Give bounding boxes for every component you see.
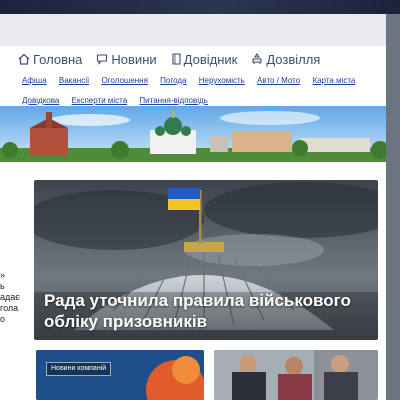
sidebar-line: ь: [0, 281, 5, 291]
sub-navigation: Афіша Вакансії Оголошення Погода Нерухом…: [22, 71, 372, 111]
sidebar-fragment: » ь адає гола о: [0, 270, 30, 325]
sidebar-line: »: [0, 270, 6, 280]
nav-label-news: Новини: [111, 51, 157, 67]
subnav-link-vacancies[interactable]: Вакансії: [59, 76, 89, 85]
subnav-link-real-estate[interactable]: Нерухомість: [199, 76, 245, 85]
nav-label-leisure: Дозвілля: [266, 51, 321, 67]
nav-label-home: Головна: [33, 51, 83, 67]
subnav-link-city-map[interactable]: Карта міста: [312, 76, 355, 85]
city-panorama-image: [0, 106, 386, 162]
nav-item-leisure[interactable]: Дозвілля: [251, 52, 320, 67]
sidebar-line: адає: [0, 292, 20, 302]
book-icon: [172, 53, 181, 65]
subnav-link-afisha[interactable]: Афіша: [22, 76, 47, 85]
subnav-link-city-experts[interactable]: Експерти міста: [72, 96, 128, 105]
sidebar-line: о: [0, 314, 6, 324]
speech-bubble-icon: [97, 54, 108, 65]
page-edge: [386, 14, 400, 400]
subnav-link-ads[interactable]: Оголошення: [101, 76, 147, 85]
police-news-image: [214, 350, 378, 400]
sidebar-line: гола: [0, 303, 19, 313]
subnav-link-reference[interactable]: Довідкова: [22, 96, 59, 105]
city-banner: [0, 106, 386, 162]
browser-toolbar: [0, 14, 400, 47]
news-card-police[interactable]: [214, 350, 378, 400]
main-navigation: Головна Новини Довідник Дозвілля: [18, 50, 334, 68]
category-badge: Новини компаній: [46, 362, 112, 376]
home-icon: [18, 53, 30, 65]
nav-item-news[interactable]: Новини: [96, 51, 157, 67]
subnav-link-qa[interactable]: Питання-відповідь: [139, 96, 207, 105]
nav-label-directory: Довідник: [183, 51, 238, 67]
nav-item-directory[interactable]: Довідник: [171, 51, 238, 67]
hero-headline[interactable]: Рада уточнила правила військового обліку…: [44, 290, 364, 332]
subnav-link-weather[interactable]: Погода: [160, 76, 186, 85]
subnav-link-auto-moto[interactable]: Авто / Мото: [257, 76, 300, 85]
desktop-background: [0, 0, 400, 14]
nav-item-home[interactable]: Головна: [18, 52, 82, 67]
leisure-icon: [252, 53, 262, 64]
